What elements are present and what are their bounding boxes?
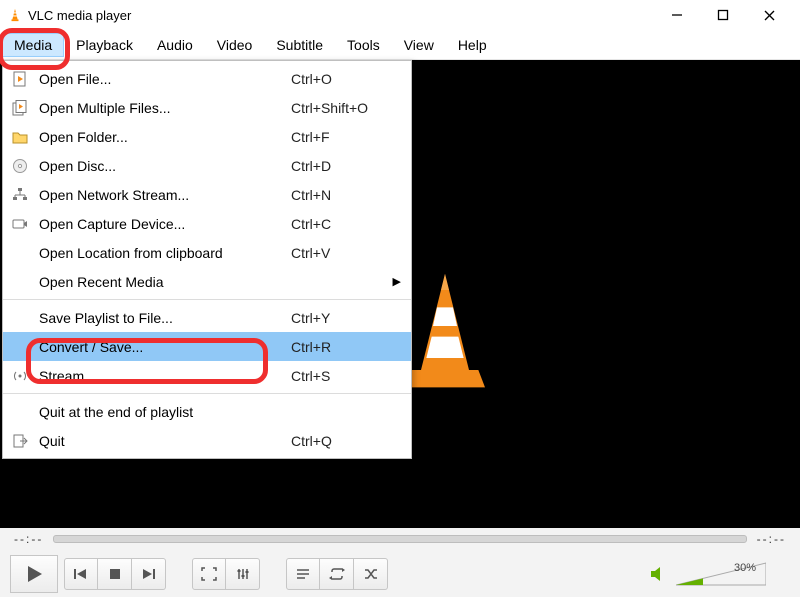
- maximize-button[interactable]: [700, 0, 746, 30]
- menu-save-playlist-to-file[interactable]: Save Playlist to File... Ctrl+Y: [3, 303, 411, 332]
- close-button[interactable]: [746, 0, 792, 30]
- menu-item-label: Quit: [39, 433, 291, 449]
- menu-item-shortcut: Ctrl+V: [291, 245, 391, 261]
- menu-item-shortcut: Ctrl+Shift+O: [291, 100, 391, 116]
- controls-bar: --:-- --:-- 30%: [0, 528, 800, 597]
- fullscreen-button[interactable]: [192, 558, 226, 590]
- window-title: VLC media player: [28, 8, 654, 23]
- menu-open-network-stream[interactable]: Open Network Stream... Ctrl+N: [3, 180, 411, 209]
- files-play-icon: [9, 98, 31, 118]
- volume-control[interactable]: 30%: [650, 561, 790, 587]
- menu-bar: Media Playback Audio Video Subtitle Tool…: [0, 30, 800, 60]
- disc-icon: [9, 156, 31, 176]
- menu-open-recent-media[interactable]: Open Recent Media ▶: [3, 267, 411, 296]
- menu-item-shortcut: Ctrl+C: [291, 216, 391, 232]
- quit-icon: [9, 431, 31, 451]
- menu-item-shortcut: Ctrl+D: [291, 158, 391, 174]
- file-play-icon: [9, 69, 31, 89]
- folder-icon: [9, 127, 31, 147]
- minimize-button[interactable]: [654, 0, 700, 30]
- menu-open-location-clipboard[interactable]: Open Location from clipboard Ctrl+V: [3, 238, 411, 267]
- volume-slider[interactable]: 30%: [676, 561, 766, 587]
- menu-tools[interactable]: Tools: [335, 33, 392, 57]
- menu-item-label: Convert / Save...: [39, 339, 291, 355]
- menu-playback[interactable]: Playback: [64, 33, 145, 57]
- network-icon: [9, 185, 31, 205]
- menu-video[interactable]: Video: [205, 33, 265, 57]
- next-button[interactable]: [132, 558, 166, 590]
- title-bar: VLC media player: [0, 0, 800, 30]
- blank-icon: [9, 308, 31, 328]
- menu-item-shortcut: Ctrl+F: [291, 129, 391, 145]
- menu-item-shortcut: Ctrl+N: [291, 187, 391, 203]
- menu-item-shortcut: Ctrl+O: [291, 71, 391, 87]
- menu-item-shortcut: Ctrl+Q: [291, 433, 391, 449]
- menu-help[interactable]: Help: [446, 33, 499, 57]
- capture-icon: [9, 214, 31, 234]
- menu-media[interactable]: Media: [2, 33, 64, 57]
- menu-item-label: Save Playlist to File...: [39, 310, 291, 326]
- submenu-arrow-icon: ▶: [391, 275, 401, 288]
- menu-item-label: Stream...: [39, 368, 291, 384]
- volume-percent: 30%: [734, 562, 756, 574]
- menu-item-label: Open Disc...: [39, 158, 291, 174]
- shuffle-button[interactable]: [354, 558, 388, 590]
- seek-bar-row: --:-- --:--: [0, 528, 800, 550]
- blank-icon: [9, 272, 31, 292]
- menu-open-file[interactable]: Open File... Ctrl+O: [3, 64, 411, 93]
- vlc-cone-icon: [8, 8, 22, 22]
- menu-item-shortcut: Ctrl+R: [291, 339, 391, 355]
- blank-icon: [9, 402, 31, 422]
- menu-view[interactable]: View: [392, 33, 446, 57]
- menu-item-label: Open Network Stream...: [39, 187, 291, 203]
- menu-open-folder[interactable]: Open Folder... Ctrl+F: [3, 122, 411, 151]
- blank-icon: [9, 337, 31, 357]
- menu-subtitle[interactable]: Subtitle: [264, 33, 335, 57]
- seek-slider[interactable]: [53, 535, 746, 543]
- extended-settings-button[interactable]: [226, 558, 260, 590]
- vlc-cone-background-icon: [405, 240, 485, 420]
- menu-item-label: Open Capture Device...: [39, 216, 291, 232]
- stop-button[interactable]: [98, 558, 132, 590]
- blank-icon: [9, 243, 31, 263]
- media-dropdown: Open File... Ctrl+O Open Multiple Files.…: [2, 60, 412, 459]
- play-button[interactable]: [10, 555, 58, 593]
- stream-icon: [9, 366, 31, 386]
- menu-item-shortcut: Ctrl+Y: [291, 310, 391, 326]
- time-elapsed: --:--: [14, 532, 43, 546]
- menu-quit[interactable]: Quit Ctrl+Q: [3, 426, 411, 455]
- menu-item-label: Open File...: [39, 71, 291, 87]
- menu-item-label: Open Location from clipboard: [39, 245, 291, 261]
- menu-stream[interactable]: Stream... Ctrl+S: [3, 361, 411, 390]
- menu-item-label: Quit at the end of playlist: [39, 404, 291, 420]
- menu-open-multiple-files[interactable]: Open Multiple Files... Ctrl+Shift+O: [3, 93, 411, 122]
- menu-item-label: Open Folder...: [39, 129, 291, 145]
- menu-convert-save[interactable]: Convert / Save... Ctrl+R: [3, 332, 411, 361]
- menu-open-disc[interactable]: Open Disc... Ctrl+D: [3, 151, 411, 180]
- menu-open-capture-device[interactable]: Open Capture Device... Ctrl+C: [3, 209, 411, 238]
- menu-quit-at-end-of-playlist[interactable]: Quit at the end of playlist: [3, 397, 411, 426]
- menu-item-label: Open Multiple Files...: [39, 100, 291, 116]
- loop-button[interactable]: [320, 558, 354, 590]
- time-total: --:--: [757, 532, 786, 546]
- menu-audio[interactable]: Audio: [145, 33, 205, 57]
- menu-item-shortcut: Ctrl+S: [291, 368, 391, 384]
- previous-button[interactable]: [64, 558, 98, 590]
- playlist-button[interactable]: [286, 558, 320, 590]
- speaker-icon: [650, 566, 668, 582]
- menu-item-label: Open Recent Media: [39, 274, 291, 290]
